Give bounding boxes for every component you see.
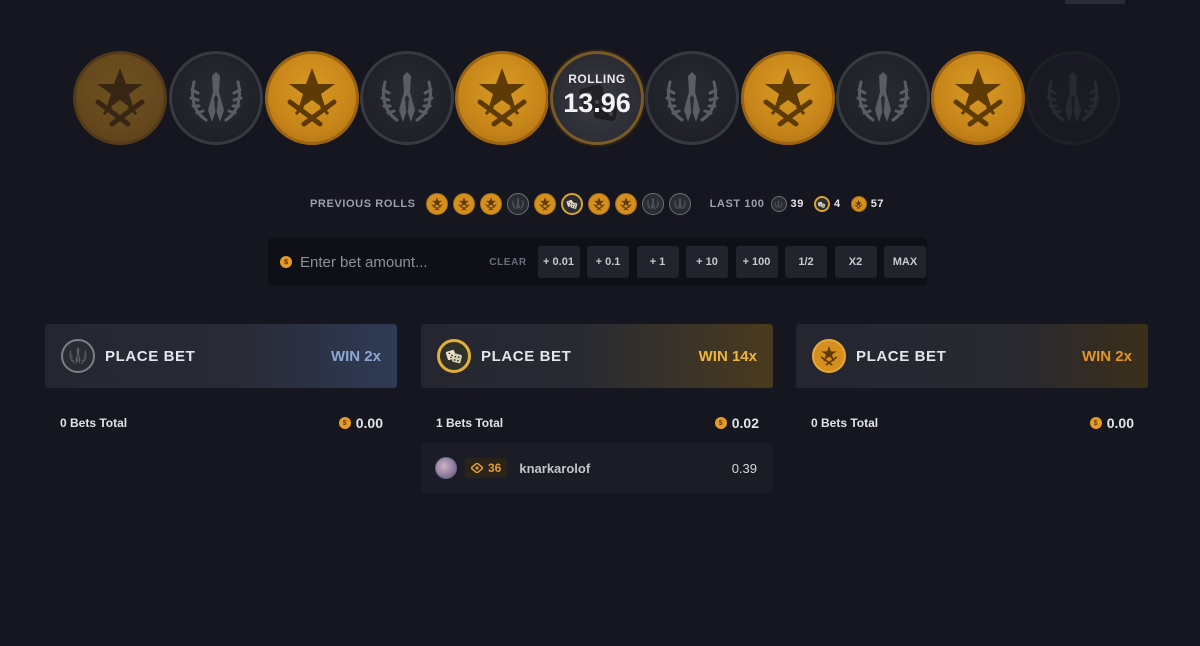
bets-total-label: 0 Bets Total — [811, 416, 879, 430]
ct-coin-icon — [360, 51, 454, 145]
place-bet-ct-button[interactable]: PLACE BET WIN 2x — [45, 324, 397, 390]
t-roll-icon — [587, 193, 610, 215]
dice-icon — [437, 339, 471, 373]
ct-roll-icon — [506, 193, 529, 215]
bonus-roll-icon — [560, 193, 583, 215]
bets-total-amount: $ 0.00 — [338, 415, 383, 431]
ct-stat-icon — [770, 196, 787, 212]
t-stat-icon — [850, 196, 867, 212]
rolling-label: ROLLING — [568, 71, 626, 86]
coin-icon: $ — [714, 417, 727, 429]
bets-summary: 0 Bets Total $ 0.00 — [796, 414, 1148, 432]
ct-count: 39 — [790, 198, 804, 210]
t-icon — [812, 339, 846, 373]
add-10-button[interactable]: + 10 — [686, 246, 728, 278]
bet-column-t: PLACE BET WIN 2x 0 Bets Total $ 0.00 — [796, 324, 1148, 432]
ct-coin-icon — [836, 51, 930, 145]
add-0.1-button[interactable]: + 0.1 — [587, 246, 629, 278]
t-roll-icon — [425, 193, 448, 215]
rolling-timer: ROLLING 13.96 — [550, 51, 644, 145]
place-bet-bonus-button[interactable]: PLACE BET WIN 14x — [421, 324, 773, 390]
bet-column-ct: PLACE BET WIN 2x 0 Bets Total $ 0.00 — [45, 324, 397, 432]
win-multiplier: WIN 2x — [1081, 347, 1132, 365]
t-coin-icon — [455, 51, 549, 145]
place-bet-label: PLACE BET — [481, 347, 572, 365]
avatar[interactable] — [435, 457, 457, 479]
t-roll-icon — [614, 193, 637, 215]
bets-total-amount: $ 0.00 — [1089, 415, 1134, 431]
max-button[interactable]: MAX — [884, 246, 926, 278]
level-value: 36 — [488, 461, 502, 475]
level-diamond-icon — [471, 463, 483, 473]
add-1-button[interactable]: + 1 — [636, 246, 679, 278]
win-multiplier: WIN 2x — [330, 347, 381, 365]
t-roll-icon — [452, 193, 475, 215]
bonus-stat-icon — [813, 196, 830, 212]
rolling-countdown: 13.96 — [563, 87, 631, 118]
ct-coin-icon — [645, 51, 739, 145]
t-count: 57 — [870, 198, 885, 210]
double-button[interactable]: X2 — [834, 246, 877, 278]
win-multiplier: WIN 14x — [698, 347, 757, 365]
place-bet-label: PLACE BET — [856, 347, 947, 365]
place-bet-t-button[interactable]: PLACE BET WIN 2x — [796, 324, 1148, 390]
bets-total-amount: $ 0.02 — [714, 415, 759, 431]
bet-amount-input[interactable] — [300, 253, 480, 271]
t-roll-icon — [479, 193, 502, 215]
bets-total-label: 0 Bets Total — [60, 416, 128, 430]
coin-icon: $ — [1089, 417, 1102, 429]
bet-row: 36 knarkarolof 0.39 — [421, 443, 773, 493]
ct-roll-icon — [641, 193, 664, 215]
bets-total-label: 1 Bets Total — [436, 416, 504, 430]
level-badge: 36 — [465, 458, 508, 478]
ct-icon — [61, 339, 95, 373]
previous-rolls-label: PREVIOUS ROLLS — [310, 198, 416, 210]
last-100-label: LAST 100 — [709, 198, 765, 210]
t-coin-icon — [931, 51, 1025, 145]
bet-amount: 0.39 — [731, 460, 757, 476]
bets-summary: 0 Bets Total $ 0.00 — [45, 414, 397, 432]
ct-coin-icon — [1026, 51, 1120, 145]
username[interactable]: knarkarolof — [519, 461, 590, 476]
last-100-stats: LAST 100 39 4 57 — [710, 196, 895, 212]
roulette-page: ROLLING 13.96 PREVIOUS ROLLS LAST 100 39… — [0, 0, 1200, 646]
ct-coin-icon — [169, 51, 263, 145]
bet-column-bonus: PLACE BET WIN 14x 1 Bets Total $ 0.02 36… — [421, 324, 773, 493]
coin-icon: $ — [280, 256, 292, 268]
coin-icon: $ — [338, 417, 351, 429]
t-coin-icon — [265, 51, 359, 145]
ct-roll-icon — [668, 193, 691, 215]
total-amount-value: 0.02 — [731, 415, 759, 431]
half-button[interactable]: 1/2 — [785, 246, 827, 278]
place-bet-label: PLACE BET — [105, 347, 196, 365]
total-amount-value: 0.00 — [1106, 415, 1134, 431]
t-coin-icon — [741, 51, 835, 145]
previous-rolls: PREVIOUS ROLLS LAST 100 39 4 57 — [310, 191, 894, 217]
t-roll-icon — [533, 193, 556, 215]
total-amount-value: 0.00 — [355, 415, 383, 431]
bet-controls: $ CLEAR + 0.01 + 0.1 + 1 + 10 + 100 1/2 … — [268, 238, 927, 286]
add-0.01-button[interactable]: + 0.01 — [537, 246, 580, 278]
clear-button[interactable]: CLEAR — [486, 257, 530, 268]
add-100-button[interactable]: + 100 — [735, 246, 778, 278]
roll-wheel: ROLLING 13.96 — [0, 0, 1200, 190]
bonus-count: 4 — [833, 198, 841, 210]
bets-summary: 1 Bets Total $ 0.02 — [421, 414, 773, 432]
t-coin-icon — [73, 51, 167, 145]
